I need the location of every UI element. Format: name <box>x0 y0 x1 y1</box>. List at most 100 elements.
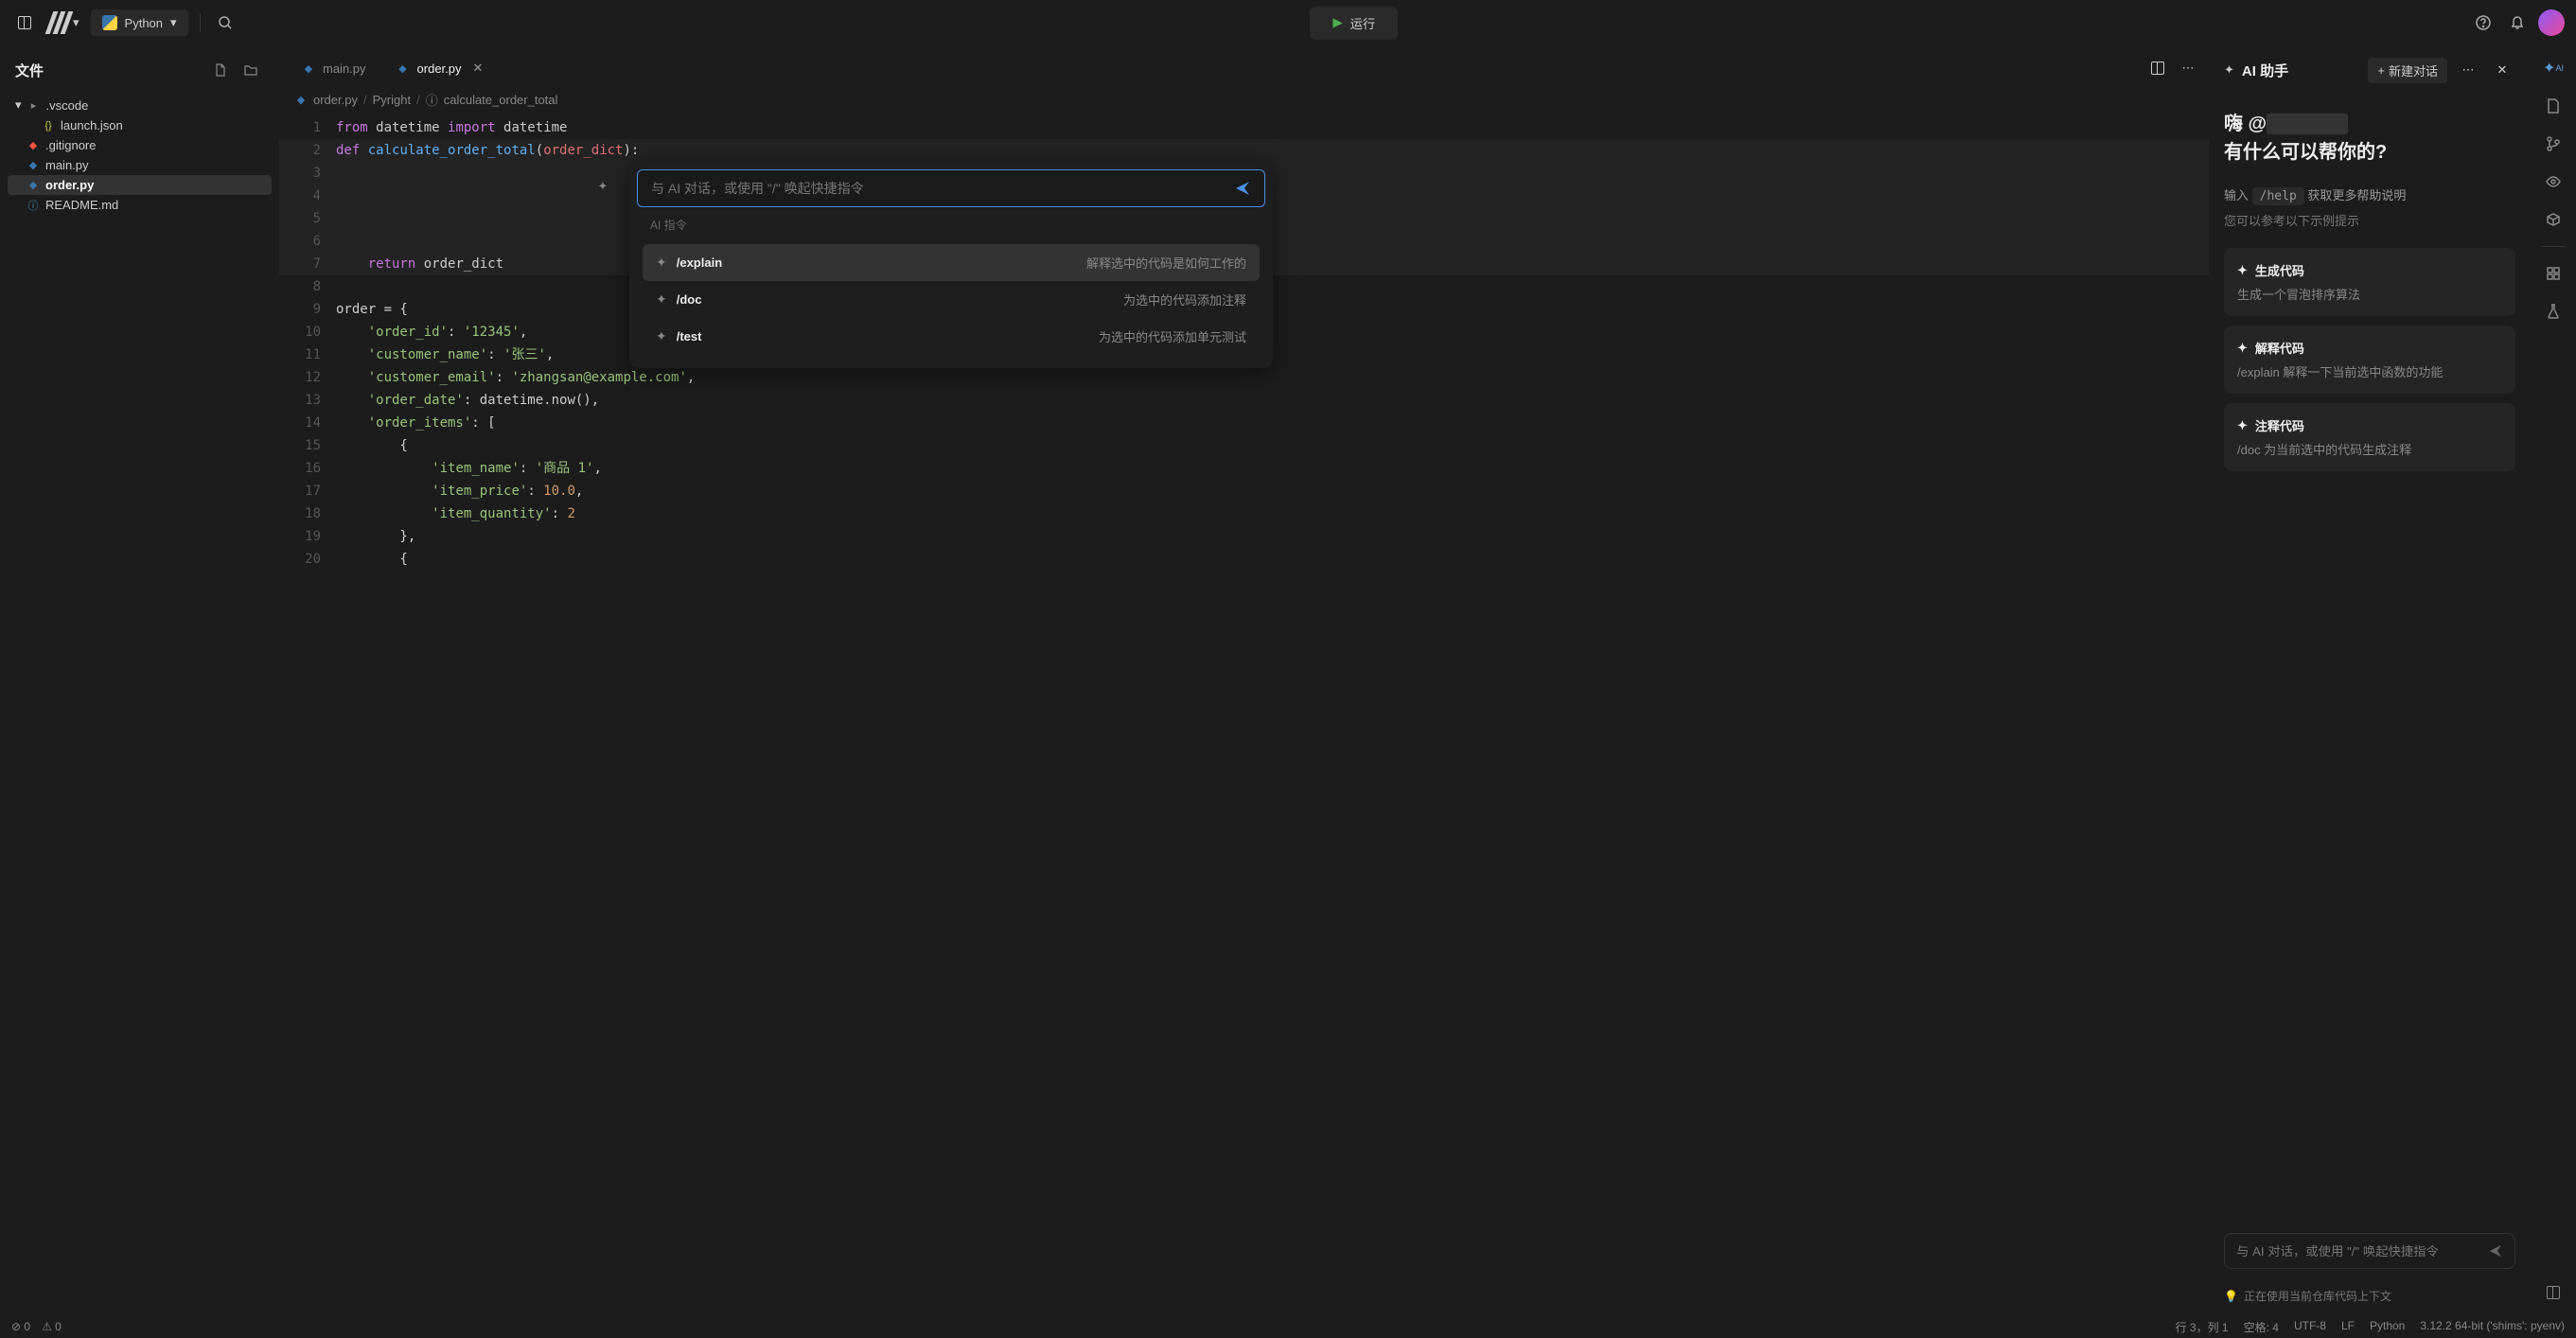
tab-label: main.py <box>323 62 366 76</box>
rail-layout[interactable] <box>2538 1277 2568 1308</box>
breadcrumb-file: order.py <box>313 93 358 107</box>
rail-lab[interactable] <box>2538 296 2568 326</box>
layout-icon <box>2547 1286 2560 1299</box>
help-icon <box>2475 14 2492 31</box>
sparkle-icon: ✦ <box>2237 341 2248 356</box>
code-line[interactable]: 14 'order_items': [ <box>279 412 2209 434</box>
tree-item-main-py[interactable]: ◆main.py <box>8 155 272 175</box>
rail-preview[interactable] <box>2538 167 2568 197</box>
ai-menu-label: AI 指令 <box>637 207 1265 238</box>
search-button[interactable] <box>212 9 238 36</box>
run-label: 运行 <box>1350 14 1376 32</box>
rail-extensions[interactable] <box>2538 204 2568 235</box>
code-line[interactable]: 16 'item_name': '商品 1', <box>279 457 2209 480</box>
close-icon[interactable]: ✕ <box>473 61 484 76</box>
code-line[interactable]: 2def calculate_order_total(order_dict): <box>279 139 2209 162</box>
side-more-button[interactable]: ⋯ <box>2455 57 2481 83</box>
sparkle-icon: ✦ <box>656 255 667 271</box>
language-label: Python <box>125 16 163 30</box>
code-line[interactable]: 20 { <box>279 548 2209 571</box>
tree-item--vscode[interactable]: ▾▸.vscode <box>8 95 272 115</box>
status-spaces[interactable]: 空格: 4 <box>2244 1319 2279 1335</box>
ai-cmd-doc[interactable]: ✦/doc为选中的代码添加注释 <box>643 281 1260 318</box>
ai-side-input[interactable] <box>2236 1244 2480 1259</box>
ai-cmd-explain[interactable]: ✦/explain解释选中的代码是如何工作的 <box>643 244 1260 281</box>
status-interpreter[interactable]: 3.12.2 64-bit ('shims': pyenv) <box>2420 1319 2565 1335</box>
rail-files[interactable] <box>2538 91 2568 121</box>
code-line[interactable]: 12 'customer_email': 'zhangsan@example.c… <box>279 366 2209 389</box>
tree-label: launch.json <box>61 118 123 132</box>
sparkle-icon: ✦ <box>656 328 667 344</box>
status-warnings[interactable]: ⚠ 0 <box>42 1320 62 1333</box>
sparkle-icon: ✦ <box>591 175 614 198</box>
code-line[interactable]: 1from datetime import datetime <box>279 116 2209 139</box>
rail-apps[interactable] <box>2538 258 2568 289</box>
tree-item-README-md[interactable]: ⓘREADME.md <box>8 195 272 215</box>
sparkle-icon: ✦ <box>2237 263 2248 278</box>
plus-icon: + <box>2377 63 2385 78</box>
send-icon[interactable] <box>1234 180 1251 197</box>
new-conv-label: 新建对话 <box>2389 62 2438 79</box>
folder-icon: ▸ <box>27 98 41 112</box>
code-line[interactable]: 18 'item_quantity': 2 <box>279 502 2209 525</box>
python-icon: ◆ <box>397 62 410 75</box>
prompt-card[interactable]: ✦生成代码生成一个冒泡排序算法 <box>2224 248 2515 316</box>
line-number: 2 <box>279 139 336 162</box>
card-title: 解释代码 <box>2255 339 2304 357</box>
sparkle-icon: ✦ <box>656 291 667 308</box>
status-errors[interactable]: ⊘ 0 <box>11 1320 30 1333</box>
close-panel-button[interactable]: ✕ <box>2489 57 2515 83</box>
tab-main-py[interactable]: ◆main.py <box>287 53 381 83</box>
rail-ai[interactable]: ✦AI <box>2538 53 2568 83</box>
top-bar: ▾ Python ▾ ▶ 运行 <box>0 0 2576 45</box>
avatar[interactable] <box>2538 9 2565 36</box>
ai-side-panel: ✦ AI 助手 + 新建对话 ⋯ ✕ 嗨 @. 有什么可以帮你的? 输入 /he… <box>2209 45 2531 1315</box>
search-icon <box>218 15 233 30</box>
split-editor-button[interactable] <box>2144 55 2171 81</box>
box-icon <box>2545 211 2562 228</box>
line-number: 16 <box>279 457 336 480</box>
line-number: 5 <box>279 207 336 230</box>
run-button[interactable]: ▶ 运行 <box>1310 7 1398 40</box>
breadcrumb[interactable]: ◆ order.py / Pyright / ⓘ calculate_order… <box>279 83 2209 116</box>
line-number: 10 <box>279 321 336 343</box>
new-folder-button[interactable] <box>238 57 264 83</box>
ai-inline-input[interactable] <box>651 181 1226 196</box>
code-line[interactable]: 15 { <box>279 434 2209 457</box>
rail-git[interactable] <box>2538 129 2568 159</box>
python-icon <box>102 15 117 30</box>
tree-item-launch-json[interactable]: {}launch.json <box>8 115 272 135</box>
grid-icon <box>2545 265 2562 282</box>
menu-toggle[interactable] <box>11 9 38 36</box>
code-line[interactable]: 13 'order_date': datetime.now(), <box>279 389 2209 412</box>
more-icon: ⋯ <box>2182 61 2195 76</box>
bell-icon <box>2510 15 2525 30</box>
notifications-button[interactable] <box>2504 9 2531 36</box>
prompt-card[interactable]: ✦解释代码/explain 解释一下当前选中函数的功能 <box>2224 326 2515 394</box>
ai-command: /explain <box>677 255 722 270</box>
status-encoding[interactable]: UTF-8 <box>2294 1319 2326 1335</box>
line-number: 11 <box>279 343 336 366</box>
status-eol[interactable]: LF <box>2341 1319 2355 1335</box>
logo[interactable]: ▾ <box>49 11 79 34</box>
tab-more-button[interactable]: ⋯ <box>2175 55 2201 81</box>
language-selector[interactable]: Python ▾ <box>91 9 188 36</box>
activity-bar: ✦AI <box>2531 45 2576 1315</box>
sparkle-icon: ✦ <box>2543 59 2555 78</box>
status-cursor[interactable]: 行 3，列 1 <box>2176 1319 2229 1335</box>
ai-cmd-test[interactable]: ✦/test为选中的代码添加单元测试 <box>643 318 1260 355</box>
new-conversation-button[interactable]: + 新建对话 <box>2368 58 2447 83</box>
tree-item--gitignore[interactable]: ◆.gitignore <box>8 135 272 155</box>
code-line[interactable]: 17 'item_price': 10.0, <box>279 480 2209 502</box>
tree-item-order-py[interactable]: ◆order.py <box>8 175 272 195</box>
send-icon[interactable] <box>2488 1243 2503 1259</box>
status-lang[interactable]: Python <box>2370 1319 2405 1335</box>
breadcrumb-symbol: calculate_order_total <box>444 93 558 107</box>
help-button[interactable] <box>2470 9 2497 36</box>
tree-label: .gitignore <box>45 138 96 152</box>
py-icon: ◆ <box>26 179 40 192</box>
tab-order-py[interactable]: ◆order.py✕ <box>381 53 499 83</box>
prompt-card[interactable]: ✦注释代码/doc 为当前选中的代码生成注释 <box>2224 403 2515 471</box>
code-line[interactable]: 19 }, <box>279 525 2209 548</box>
new-file-button[interactable] <box>207 57 234 83</box>
